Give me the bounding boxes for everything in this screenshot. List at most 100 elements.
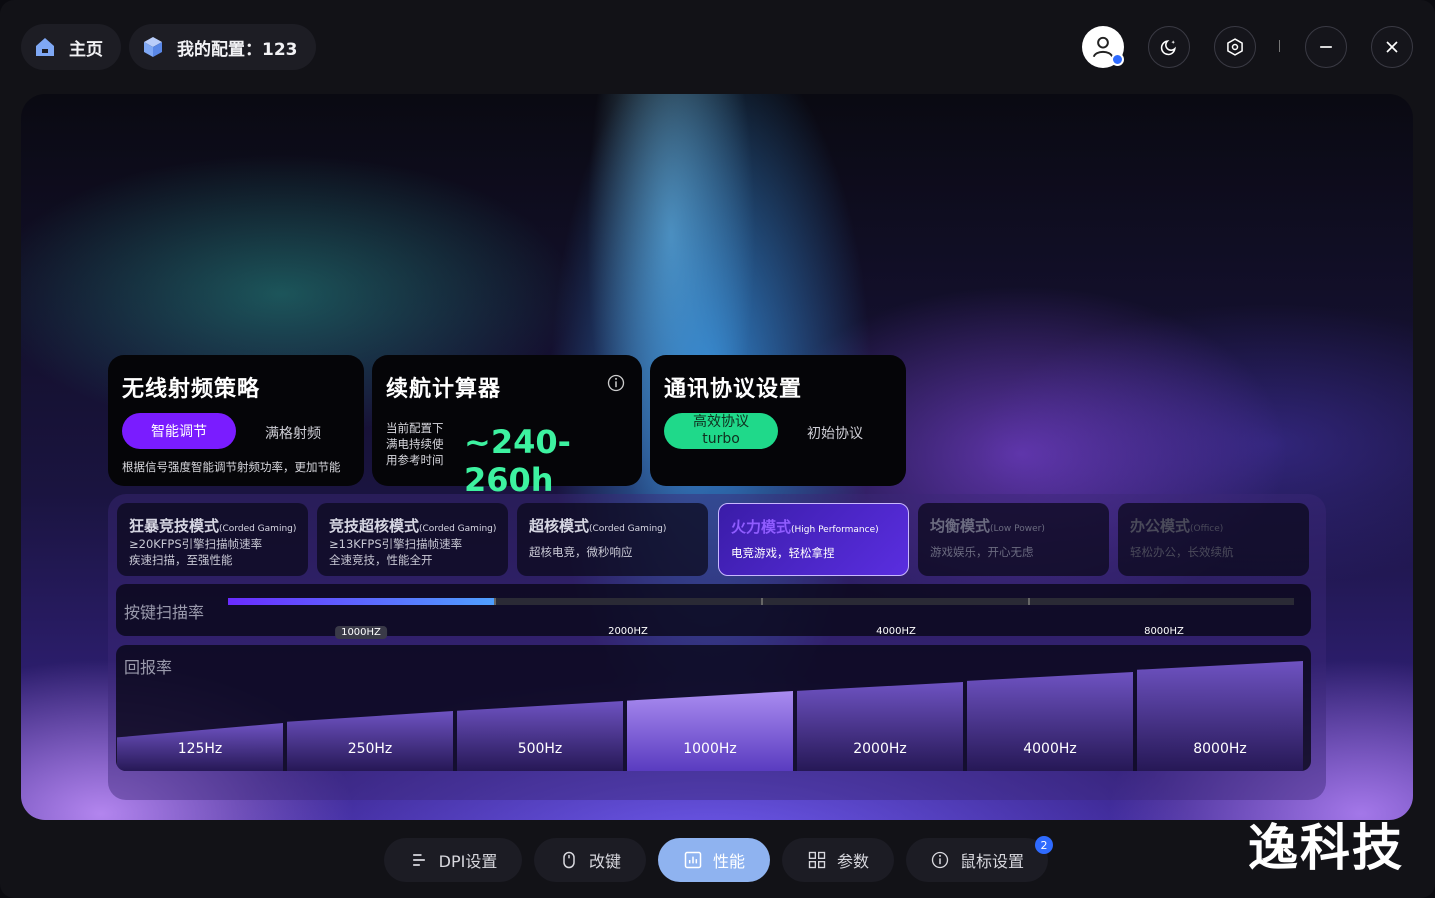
verified-badge xyxy=(1111,53,1124,66)
mode-desc: 游戏娱乐，开心无虑 xyxy=(930,545,1034,559)
scan-rate-fill xyxy=(228,598,495,605)
settings-button[interactable] xyxy=(1214,26,1256,68)
mode-desc: 超核电竞，微秒响应 xyxy=(529,545,633,559)
mode-desc: 电竞游戏，轻松拿捏 xyxy=(731,546,835,560)
scan-mark-4000[interactable]: 4000HZ xyxy=(876,626,916,637)
smart-adjust-button[interactable]: 智能调节 xyxy=(122,413,236,449)
mode-card-competitive-core[interactable]: 竞技超核模式(Corded Gaming) ≥13KFPS引擎扫描帧速率 全速竞… xyxy=(317,503,508,576)
mode-tag: (Low Power) xyxy=(990,524,1045,534)
nav-performance-label: 性能 xyxy=(712,852,745,871)
mode-title: 超核模式 xyxy=(529,517,590,535)
rf-strategy-card: 无线射频策略 智能调节 满格射频 根据信号强度智能调节射频功率，更加节能 xyxy=(108,355,364,486)
report-rate-option-selected[interactable]: 1000Hz xyxy=(627,691,793,771)
mode-tag: (Corded Gaming) xyxy=(419,524,497,534)
mode-desc: ≥13KFPS引擎扫描帧速率 xyxy=(329,537,463,551)
nav-dpi[interactable]: DPI设置 xyxy=(384,838,522,882)
hexagon-settings-icon xyxy=(1227,38,1243,56)
report-rate-option[interactable]: 125Hz xyxy=(117,723,283,771)
scan-rate-label: 按键扫描率 xyxy=(124,603,205,622)
report-rate-option[interactable]: 250Hz xyxy=(287,711,453,771)
mode-card-frenzy[interactable]: 狂暴竞技模式(Corded Gaming) ≥20KFPS引擎扫描帧速率 疾速扫… xyxy=(117,503,308,576)
mode-tag: (Corded Gaming) xyxy=(589,524,667,534)
initial-protocol-button[interactable]: 初始协议 xyxy=(807,423,863,443)
nav-mouse-settings[interactable]: 鼠标设置 xyxy=(906,838,1048,882)
info-icon[interactable] xyxy=(606,373,626,393)
home-tab[interactable]: 主页 xyxy=(21,24,121,70)
close-icon xyxy=(1386,41,1398,53)
config-label: 我的配置：123 xyxy=(177,39,298,60)
nav-mouse-label: 鼠标设置 xyxy=(959,852,1024,871)
report-rate-label: 回报率 xyxy=(124,658,173,677)
mode-title: 办公模式 xyxy=(1130,517,1191,535)
turbo-line-1: 高效协议 xyxy=(693,414,749,430)
mode-title: 均衡模式 xyxy=(930,517,991,535)
home-label: 主页 xyxy=(69,39,103,60)
report-rate-value: 250Hz xyxy=(347,741,393,757)
nav-params[interactable]: 参数 xyxy=(782,838,894,882)
mode-card-balanced[interactable]: 均衡模式(Low Power) 游戏娱乐，开心无虑 xyxy=(918,503,1109,576)
mode-tag: (High Performance) xyxy=(791,525,879,535)
grid-icon xyxy=(808,851,826,869)
battery-desc-line-3: 用参考时间 xyxy=(386,453,444,467)
report-rate-option[interactable]: 500Hz xyxy=(457,701,623,771)
toolbar-divider xyxy=(1279,40,1280,52)
scan-tick xyxy=(761,598,763,605)
report-rate-value: 1000Hz xyxy=(683,741,737,757)
app-window: 主页 我的配置：123 无线射频策略 智能调节 满格射频 根据信号强度智能调节射… xyxy=(0,0,1435,898)
mode-card-firepower[interactable]: 火力模式(High Performance) 电竞游戏，轻松拿捏 xyxy=(718,503,909,576)
config-tab[interactable]: 我的配置：123 xyxy=(129,24,316,70)
protocol-title: 通讯协议设置 xyxy=(664,377,803,402)
minimize-icon xyxy=(1320,46,1332,48)
battery-desc-line-1: 当前配置下 xyxy=(386,421,444,435)
minimize-button[interactable] xyxy=(1305,26,1347,68)
scan-mark-2000[interactable]: 2000HZ xyxy=(608,626,648,637)
info-circle-icon xyxy=(931,851,949,869)
watermark-text: 逸科技 xyxy=(1248,819,1404,877)
report-rate-value: 125Hz xyxy=(177,741,223,757)
cube-icon xyxy=(144,37,162,57)
user-avatar[interactable] xyxy=(1082,26,1124,68)
mode-desc: 轻松办公，长效续航 xyxy=(1130,545,1234,559)
mode-title: 狂暴竞技模式 xyxy=(129,517,220,535)
mode-desc: ≥20KFPS引擎扫描帧速率 xyxy=(129,537,263,551)
nav-params-label: 参数 xyxy=(836,852,869,871)
close-button[interactable] xyxy=(1371,26,1413,68)
battery-desc-line-2: 满电持续使 xyxy=(386,437,444,451)
scan-mark-1000[interactable]: 1000HZ xyxy=(335,626,387,639)
mode-desc: 疾速扫描，至强性能 xyxy=(129,553,233,567)
turbo-line-2: turbo xyxy=(702,431,740,447)
rf-note: 根据信号强度智能调节射频功率，更加节能 xyxy=(122,460,341,474)
scan-tick xyxy=(494,598,496,605)
report-rate-option[interactable]: 8000Hz xyxy=(1137,661,1303,771)
battery-title: 续航计算器 xyxy=(386,377,502,402)
turbo-protocol-button[interactable]: 高效协议 turbo xyxy=(664,413,778,449)
mode-card-office[interactable]: 办公模式(Office) 轻松办公，长效续航 xyxy=(1118,503,1309,576)
scan-tick xyxy=(1028,598,1030,605)
mode-card-super-core[interactable]: 超核模式(Corded Gaming) 超核电竞，微秒响应 xyxy=(517,503,708,576)
scan-rate-slider[interactable]: 1000HZ 2000HZ 4000HZ 8000HZ xyxy=(228,598,1294,639)
theme-toggle-button[interactable] xyxy=(1148,26,1190,68)
full-rf-button[interactable]: 满格射频 xyxy=(265,423,321,443)
report-rate-value: 500Hz xyxy=(517,741,563,757)
report-rate-option[interactable]: 4000Hz xyxy=(967,672,1133,771)
notification-badge: 2 xyxy=(1035,836,1053,854)
dpi-bars-icon xyxy=(412,854,425,866)
rf-title: 无线射频策略 xyxy=(122,377,261,402)
report-rate-section: 回报率 125Hz 250Hz 500Hz 1000Hz 2000Hz 4000… xyxy=(116,645,1311,771)
home-icon xyxy=(36,38,54,56)
report-rate-value: 4000Hz xyxy=(1023,741,1077,757)
nav-dpi-label: DPI设置 xyxy=(438,852,498,871)
scan-rate-section: 按键扫描率 1000HZ 2000HZ 4000HZ 8000HZ xyxy=(116,584,1311,639)
protocol-card: 通讯协议设置 高效协议 turbo 初始协议 xyxy=(650,355,906,486)
mouse-icon xyxy=(563,851,575,869)
nav-keys[interactable]: 改键 xyxy=(534,838,646,882)
scan-mark-8000[interactable]: 8000HZ xyxy=(1144,626,1184,637)
moon-icon xyxy=(1160,40,1176,56)
mode-title: 竞技超核模式 xyxy=(329,517,420,535)
report-rate-option[interactable]: 2000Hz xyxy=(797,682,963,771)
report-rate-value: 2000Hz xyxy=(853,741,907,757)
mode-tag: (Corded Gaming) xyxy=(219,524,297,534)
nav-performance[interactable]: 性能 xyxy=(658,838,770,882)
mode-tag: (Office) xyxy=(1190,524,1224,534)
battery-value: ~240-260h xyxy=(464,423,571,499)
